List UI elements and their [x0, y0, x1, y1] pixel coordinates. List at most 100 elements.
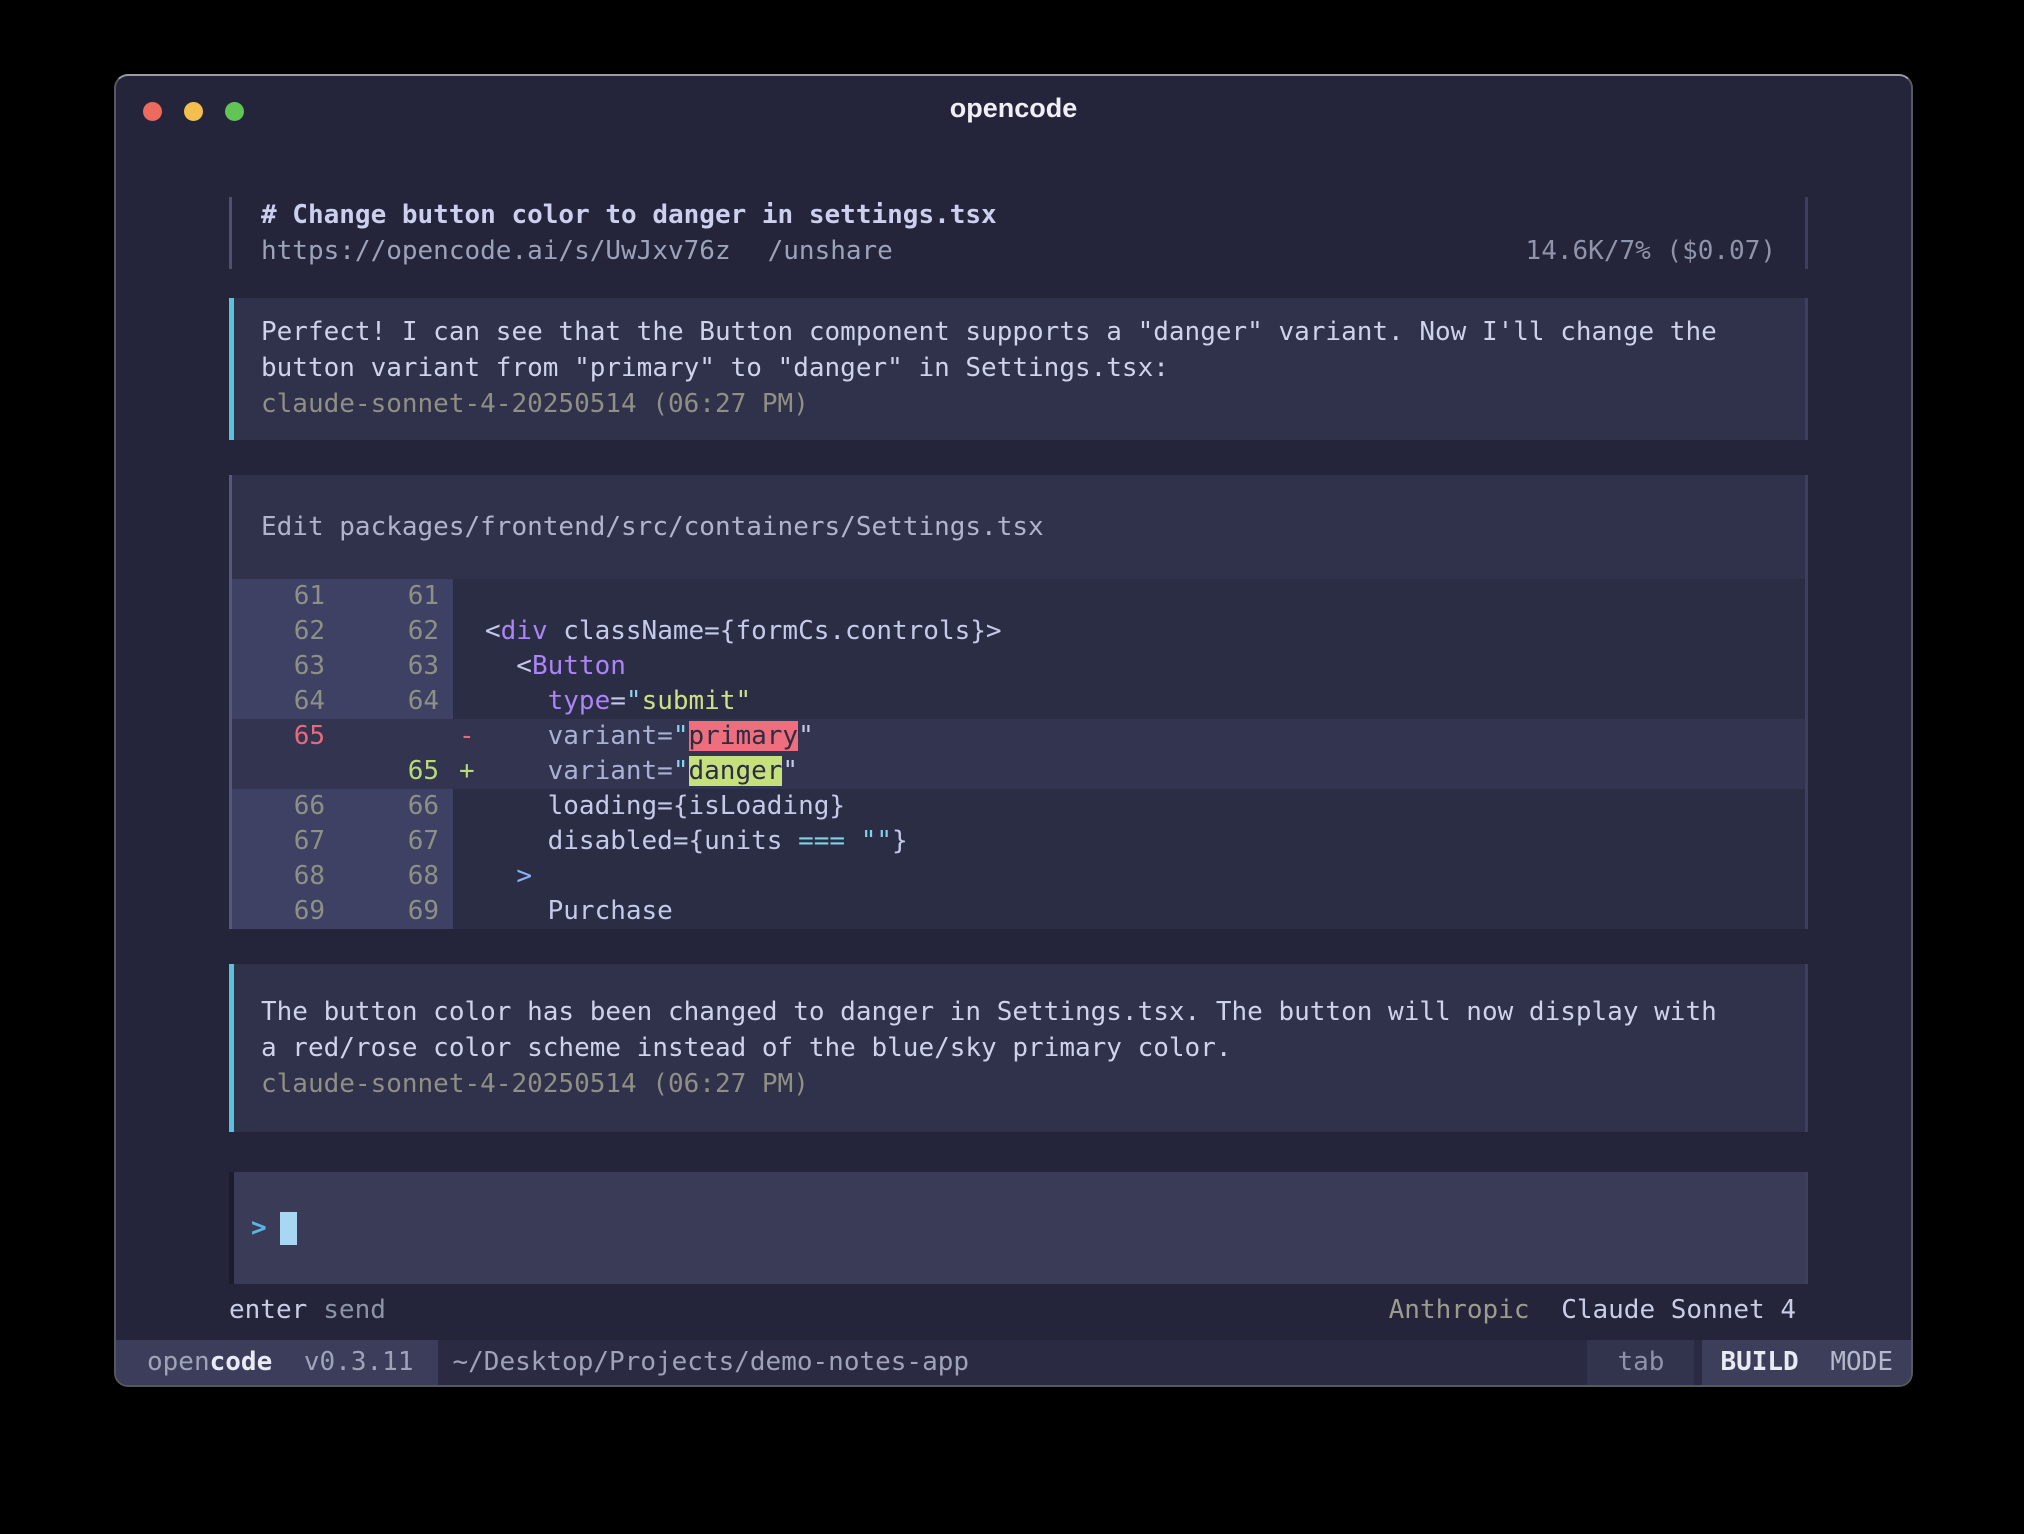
- code-token: ": [626, 686, 642, 716]
- diff-marker: [453, 824, 485, 859]
- gutter-pad: [439, 894, 453, 929]
- diff-code-line: loading={isLoading}: [485, 789, 1805, 824]
- text-cursor: [280, 1212, 297, 1245]
- diff-code-line: Purchase: [485, 894, 1805, 929]
- token-cost-stats: 14.6K/7% ($0.07): [1526, 233, 1776, 269]
- diff-row: 65 - variant="primary": [232, 719, 1805, 754]
- code-token: [485, 861, 516, 891]
- diff-code-line: variant="primary": [485, 719, 1805, 754]
- share-url-link[interactable]: https://opencode.ai/s/UwJxv76z: [261, 233, 731, 269]
- old-line-number: 64: [232, 684, 325, 719]
- gutter-pad: [439, 719, 453, 754]
- edit-tool-title: Edit packages/frontend/src/containers/Se…: [232, 475, 1805, 579]
- gutter-pad: [439, 859, 453, 894]
- window-title: opencode: [116, 93, 1911, 124]
- mode-name: BUILD: [1720, 1347, 1798, 1377]
- session-title: # Change button color to danger in setti…: [261, 197, 1776, 233]
- code-token: "": [861, 826, 892, 856]
- diff-row: 6161: [232, 579, 1805, 614]
- diff-row: 6363 <Button: [232, 649, 1805, 684]
- old-line-number: 69: [232, 894, 325, 929]
- diff-code-line: <Button: [485, 649, 1805, 684]
- diff-row: 6868 >: [232, 859, 1805, 894]
- status-divider: [1694, 1340, 1702, 1385]
- model-indicator: Anthropic Claude Sonnet 4: [1389, 1292, 1796, 1328]
- new-line-number: 65: [325, 754, 439, 789]
- gutter-pad: [439, 614, 453, 649]
- diff-row: 6666 loading={isLoading}: [232, 789, 1805, 824]
- diff-row: 6767 disabled={units === ""}: [232, 824, 1805, 859]
- assistant-message: Perfect! I can see that the Button compo…: [229, 298, 1808, 440]
- code-token: variant=: [485, 721, 673, 751]
- old-line-number: 67: [232, 824, 325, 859]
- diff-row: 6262<div className={formCs.controls}>: [232, 614, 1805, 649]
- input-hint-row: enter send Anthropic Claude Sonnet 4: [229, 1292, 1808, 1328]
- app-name-prefix: open: [147, 1347, 210, 1377]
- new-line-number: [325, 719, 439, 754]
- message-line: The button color has been changed to dan…: [261, 994, 1785, 1030]
- code-token: ": [673, 721, 689, 751]
- message-line: Perfect! I can see that the Button compo…: [261, 314, 1785, 350]
- diff-code-line: <div className={formCs.controls}>: [485, 614, 1805, 649]
- working-directory: ~/Desktop/Projects/demo-notes-app: [452, 1340, 969, 1385]
- message-body: The button color has been changed to dan…: [261, 994, 1785, 1066]
- tab-key-hint: tab: [1587, 1340, 1694, 1385]
- prompt-input[interactable]: >: [229, 1172, 1808, 1284]
- code-token: <: [485, 651, 532, 681]
- code-token: type: [548, 686, 611, 716]
- diff-code-line: variant="danger": [485, 754, 1805, 789]
- code-token: loading={isLoading}: [485, 791, 845, 821]
- message-line: button variant from "primary" to "danger…: [261, 350, 1785, 386]
- unshare-command[interactable]: /unshare: [768, 233, 893, 269]
- diff-marker: [453, 859, 485, 894]
- opencode-window: opencode # Change button color to danger…: [114, 74, 1913, 1387]
- session-subheader: https://opencode.ai/s/UwJxv76z /unshare …: [261, 233, 1776, 269]
- code-token: >: [516, 861, 532, 891]
- code-token: ===: [798, 826, 845, 856]
- old-line-number: [232, 754, 325, 789]
- mode-toggle[interactable]: BUILD MODE: [1702, 1340, 1911, 1385]
- code-token: primary: [689, 721, 799, 751]
- app-name-suffix: code: [210, 1347, 273, 1377]
- old-line-number: 65: [232, 719, 325, 754]
- diff-marker: [453, 579, 485, 614]
- diff-marker: [453, 614, 485, 649]
- message-meta: claude-sonnet-4-20250514 (06:27 PM): [261, 386, 1785, 422]
- model-provider: Anthropic: [1389, 1295, 1530, 1325]
- old-line-number: 61: [232, 579, 325, 614]
- new-line-number: 61: [325, 579, 439, 614]
- diff-code-line: type="submit": [485, 684, 1805, 719]
- enter-key-hint: enter: [229, 1292, 307, 1328]
- model-name: Claude Sonnet 4: [1561, 1295, 1796, 1325]
- old-line-number: 63: [232, 649, 325, 684]
- gutter-pad: [439, 579, 453, 614]
- code-token: ": [782, 756, 798, 786]
- assistant-message: The button color has been changed to dan…: [229, 964, 1808, 1132]
- gutter-pad: [439, 649, 453, 684]
- diff-row: 65 + variant="danger": [232, 754, 1805, 789]
- diff-marker: [453, 894, 485, 929]
- diff-code-line: disabled={units === ""}: [485, 824, 1805, 859]
- diff-code-line: >: [485, 859, 1805, 894]
- title-bar: opencode: [116, 76, 1911, 140]
- code-token: disabled={units: [485, 826, 798, 856]
- app-version-chip: opencode v0.3.11: [116, 1340, 438, 1385]
- code-token: Button: [532, 651, 626, 681]
- code-token: ": [673, 756, 689, 786]
- new-line-number: 63: [325, 649, 439, 684]
- diff-row: 6464 type="submit": [232, 684, 1805, 719]
- prompt-chevron-icon: >: [251, 1213, 267, 1243]
- diff-marker: -: [453, 719, 485, 754]
- app-version: v0.3.11: [304, 1347, 414, 1377]
- message-meta: claude-sonnet-4-20250514 (06:27 PM): [261, 1066, 1785, 1102]
- status-bar: opencode v0.3.11 ~/Desktop/Projects/demo…: [116, 1340, 1911, 1385]
- code-token: [485, 686, 548, 716]
- diff-view: 61616262<div className={formCs.controls}…: [232, 579, 1805, 929]
- new-line-number: 64: [325, 684, 439, 719]
- gutter-pad: [439, 684, 453, 719]
- diff-marker: +: [453, 754, 485, 789]
- diff-marker: [453, 684, 485, 719]
- diff-row: 6969 Purchase: [232, 894, 1805, 929]
- code-token: [845, 826, 861, 856]
- code-token: }: [892, 826, 908, 856]
